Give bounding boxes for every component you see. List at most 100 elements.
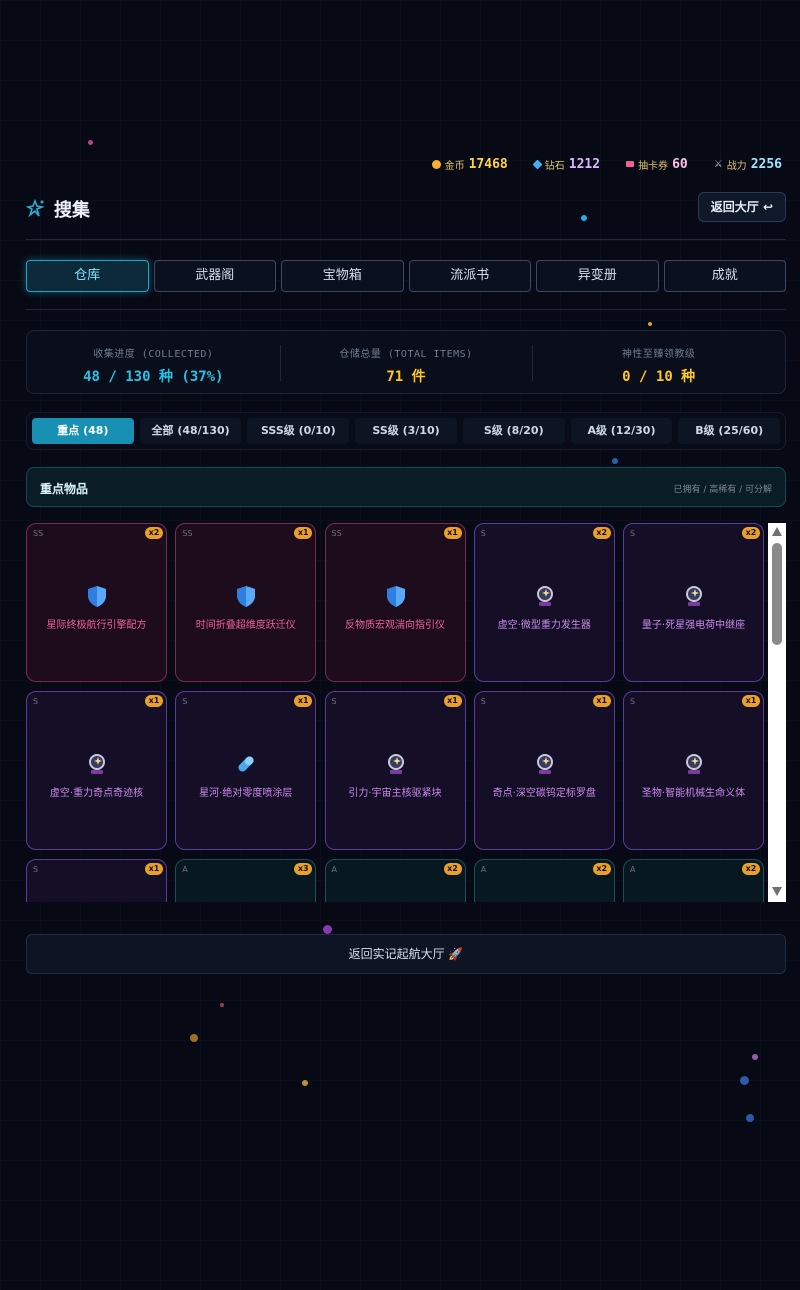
item-quantity-badge: x3 [294,863,313,875]
divider [26,239,786,240]
tab-warehouse[interactable]: 仓库 [26,260,149,292]
stat-divine: 神性至臻领教级 0 / 10 种 [532,331,785,393]
item-quantity-badge: x1 [145,863,163,875]
tab-bar: 仓库 武器阁 宝物箱 流派书 异变册 成就 [26,260,786,292]
filter-s[interactable]: S级 (8/20) [462,418,565,444]
currency-label: 金币 [444,160,465,172]
currency-value: 2256 [750,156,782,172]
particle [752,1054,758,1060]
item-card[interactable]: Sx2 量子·死星强电荷中继座 [623,523,764,682]
stat-label: 神性至臻领教级 [621,349,696,360]
item-grade: S [331,697,337,706]
stat-value: 48 / 130 种 (37%) [83,369,224,385]
item-quantity-badge: x1 [294,695,313,707]
filter-sss[interactable]: SSS级 (0/10) [247,418,350,444]
item-card[interactable]: Sx1 [26,859,167,902]
currency-label: 抽卡券 [638,160,669,172]
particle [648,322,652,326]
crossed-swords-icon: ⚔ [713,158,723,170]
item-quantity-badge: x2 [145,527,163,539]
section-title: 重点物品 [40,482,89,496]
currency-value: 1212 [568,156,601,172]
currency-label: 战力 [726,160,747,172]
item-card[interactable]: Ax3 [175,859,317,902]
item-name: 引力·宇宙主核驱紧块 [348,788,442,799]
items-scroll-area: SS x2 星际终极航行引擎配方 SS x1 时间折叠超维度跃迁仪 SS x1 反物质宏观湍向指… [26,523,786,902]
particle [220,1003,224,1007]
item-name: 圣物·智能机械生命义体 [641,788,746,799]
crystal-ball-icon [682,752,706,776]
divider [26,309,786,310]
stat-label: 收集进度 (COLLECTED) [93,349,214,360]
item-grade: S [630,529,636,538]
particle [302,1080,308,1086]
filter-ss[interactable]: SS级 (3/10) [355,418,457,444]
item-grade: S [33,865,39,874]
tab-mutations[interactable]: 异变册 [536,260,659,292]
currency-diamond: 钻石 1212 [532,156,601,172]
currency-power: ⚔ 战力 2256 [714,157,782,172]
item-card[interactable]: SS x2 星际终极航行引擎配方 [26,523,167,682]
item-grade: S [182,697,188,706]
item-card[interactable]: SS x1 反物质宏观湍向指引仪 [324,523,466,682]
stat-value: 0 / 10 种 [622,369,696,385]
section-header: 重点物品 已拥有 / 高稀有 / 可分解 [26,467,786,507]
item-grade: SS [33,529,44,538]
item-card[interactable]: Ax2 [623,859,764,902]
item-grade: S [480,529,486,538]
shield-icon [85,584,109,608]
filter-all[interactable]: 全部 (48/130) [139,418,242,444]
item-card[interactable]: Sx1 星河·绝对零度喷涂层 [175,691,317,850]
filter-b[interactable]: B级 (25/60) [678,418,781,444]
particle [323,925,332,934]
crystal-ball-icon [85,752,109,776]
stat-label: 仓储总量 (TOTAL ITEMS) [339,349,473,360]
item-quantity-badge: x2 [592,527,611,539]
currency-bar: 金币 17468 钻石 1212 抽卡券 60 ⚔ 战力 2256 [431,154,782,174]
filter-a[interactable]: A级 (12/30) [570,418,673,444]
item-grade: S [33,697,39,706]
item-card[interactable]: Ax2 [324,859,466,902]
tab-treasure[interactable]: 宝物箱 [281,260,404,292]
item-card[interactable]: Sx1 引力·宇宙主核驱紧块 [324,691,466,850]
item-name: 星际终极航行引擎配方 [46,620,147,631]
return-lobby-button[interactable]: 返回实记起航大厅 🚀 [26,934,786,974]
currency-label: 钻石 [544,160,565,172]
item-quantity-badge: x1 [443,695,462,707]
stat-value: 71 件 [386,369,426,385]
coin-icon [431,159,441,169]
item-grade: SS [182,529,193,538]
item-card[interactable]: Ax2 [473,859,615,902]
item-quantity-badge: x1 [742,695,760,707]
particle [740,1076,749,1085]
scrollbar-thumb[interactable] [772,543,782,645]
item-grade: A [331,865,337,874]
tab-achievements[interactable]: 成就 [663,260,786,292]
item-quantity-badge: x2 [592,863,611,875]
shield-icon [384,584,408,608]
pill-icon [234,752,258,776]
item-card[interactable]: Sx1 虚空·重力奇点奇迹核 [26,691,167,850]
item-grade: SS [331,529,342,538]
currency-ticket: 抽卡券 60 [626,157,688,172]
shield-icon [234,584,258,608]
currency-value: 60 [672,156,688,172]
filter-featured[interactable]: 重点 (48) [32,418,134,444]
scroll-up-arrow-icon[interactable] [772,527,782,536]
back-to-lobby-button[interactable]: 返回大厅 ↩ [697,192,786,222]
item-card[interactable]: Sx2 虚空·微型重力发生器 [473,523,615,682]
particle [612,458,618,464]
item-card[interactable]: SS x1 时间折叠超维度跃迁仪 [175,523,317,682]
item-quantity-badge: x1 [592,695,611,707]
items-grid: SS x2 星际终极航行引擎配方 SS x1 时间折叠超维度跃迁仪 SS x1 反物质宏观湍向指… [26,523,766,902]
item-name: 星河·绝对零度喷涂层 [199,788,293,799]
filter-bar: 重点 (48) 全部 (48/130) SSS级 (0/10) SS级 (3/1… [26,412,786,450]
scroll-down-arrow-icon[interactable] [772,887,782,896]
item-card[interactable]: Sx1 圣物·智能机械生命义体 [623,691,764,850]
tab-schools[interactable]: 流派书 [408,260,531,292]
scrollbar[interactable] [768,523,786,902]
tab-weapons[interactable]: 武器阁 [153,260,276,292]
item-quantity-badge: x1 [443,527,462,539]
currency-coin: 金币 17468 [431,157,508,172]
item-card[interactable]: Sx1 奇点·深空碳钨定标罗盘 [473,691,615,850]
